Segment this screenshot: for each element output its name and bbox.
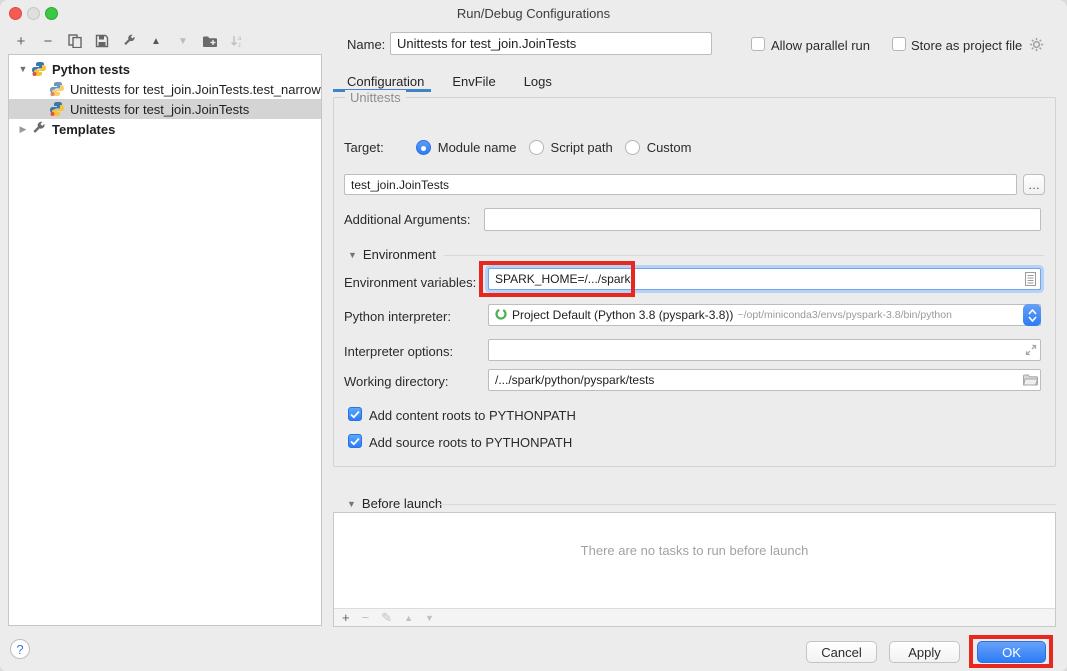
move-down-button: ▼ [174, 32, 192, 50]
svg-text:a: a [238, 36, 242, 42]
store-as-project-file-label: Store as project file [911, 38, 1022, 53]
tree-item-label: Unittests for test_join.JoinTests.test_n… [70, 82, 321, 97]
python-interpreter-value: Project Default (Python 3.8 (pyspark-3.8… [512, 308, 733, 322]
python-test-icon [49, 81, 65, 97]
folder-icon[interactable] [1023, 374, 1038, 389]
window-title: Run/Debug Configurations [0, 6, 1067, 21]
move-up-button[interactable]: ▲ [147, 32, 165, 50]
target-label: Target: [344, 140, 384, 155]
wrench-icon [31, 121, 47, 137]
additional-arguments-label: Additional Arguments: [344, 212, 470, 227]
before-launch-header[interactable]: ▼ Before launch [347, 496, 442, 511]
environment-variables-label: Environment variables: [344, 275, 476, 290]
target-custom-radio[interactable] [625, 140, 640, 155]
working-directory-input[interactable] [488, 369, 1041, 391]
add-content-roots-label: Add content roots to PYTHONPATH [369, 408, 576, 423]
environment-section-label: Environment [363, 247, 436, 262]
tree-item-unittests-jointests-selected[interactable]: Unittests for test_join.JoinTests [9, 99, 321, 119]
store-as-project-file-checkbox[interactable] [892, 37, 906, 51]
target-script-path-label: Script path [551, 140, 613, 155]
browse-target-button[interactable]: … [1023, 174, 1045, 195]
expand-field-icon[interactable] [1025, 344, 1037, 359]
python-test-icon [49, 101, 65, 117]
expand-icon[interactable]: ▶ [17, 124, 29, 135]
help-button[interactable]: ? [10, 639, 30, 659]
name-label: Name: [347, 37, 385, 52]
python-interpreter-path: ~/opt/miniconda3/envs/pyspark-3.8/bin/py… [737, 309, 952, 321]
interpreter-dropdown-stepper[interactable] [1023, 304, 1041, 326]
target-module-input[interactable] [344, 174, 1017, 195]
tree-item-label: Unittests for test_join.JoinTests [70, 102, 249, 117]
environment-variables-input[interactable] [488, 268, 1041, 290]
gear-icon[interactable] [1029, 37, 1044, 55]
before-launch-toolbar: + − ✎ ▲ ▼ [334, 608, 1055, 626]
unittests-group-title: Unittests [345, 90, 406, 105]
interpreter-options-label: Interpreter options: [344, 344, 453, 359]
section-divider [444, 255, 1044, 256]
move-task-down-button: ▼ [425, 613, 434, 623]
tree-item-label: Python tests [52, 62, 130, 77]
new-folder-icon[interactable] [201, 32, 219, 50]
before-launch-empty-text: There are no tasks to run before launch [334, 543, 1055, 558]
move-task-up-button: ▲ [404, 613, 413, 623]
unittests-groupbox: Unittests Target: Module name Script pat… [333, 97, 1056, 467]
add-content-roots-checkbox[interactable] [348, 407, 362, 421]
svg-text:z: z [238, 43, 241, 48]
collapse-icon[interactable]: ▼ [348, 250, 357, 260]
edit-templates-icon[interactable] [120, 32, 138, 50]
interpreter-options-input[interactable] [488, 339, 1041, 361]
tree-item-unittests-narrow[interactable]: Unittests for test_join.JoinTests.test_n… [9, 79, 321, 99]
cancel-button[interactable]: Cancel [806, 641, 877, 663]
browse-variables-icon[interactable] [1025, 272, 1036, 289]
additional-arguments-input[interactable] [484, 208, 1041, 231]
add-configuration-button[interactable]: + [12, 32, 30, 50]
tree-item-python-tests[interactable]: ▼ Python tests [9, 59, 321, 79]
configurations-toolbar: + − ▲ ▼ az [12, 31, 246, 51]
allow-parallel-run-label: Allow parallel run [771, 38, 870, 53]
before-launch-task-list: There are no tasks to run before launch … [333, 512, 1056, 627]
target-script-path-radio[interactable] [529, 140, 544, 155]
tree-item-label: Templates [52, 122, 115, 137]
title-bar[interactable]: Run/Debug Configurations [0, 0, 1067, 27]
collapse-icon[interactable]: ▼ [347, 499, 356, 509]
remove-configuration-button[interactable]: − [39, 32, 57, 50]
target-row: Target: Module name Script path Custom [344, 140, 691, 155]
environment-section-header[interactable]: ▼ Environment [348, 247, 436, 262]
tree-item-templates[interactable]: ▶ Templates [9, 119, 321, 139]
target-module-name-label: Module name [438, 140, 517, 155]
name-input[interactable] [390, 32, 712, 55]
run-debug-configurations-dialog: Run/Debug Configurations + − ▲ ▼ az ▼ Py [0, 0, 1067, 671]
target-custom-label: Custom [647, 140, 692, 155]
working-directory-label: Working directory: [344, 374, 449, 389]
allow-parallel-run-checkbox[interactable] [751, 37, 765, 51]
configurations-tree: ▼ Python tests Unittests for test_join.J… [8, 54, 322, 626]
python-tests-icon [31, 61, 47, 77]
python-interpreter-label: Python interpreter: [344, 309, 451, 324]
remove-task-button: − [362, 610, 370, 625]
copy-configuration-icon[interactable] [66, 32, 84, 50]
ok-button[interactable]: OK [977, 641, 1046, 663]
add-source-roots-checkbox[interactable] [348, 434, 362, 448]
collapse-icon[interactable]: ▼ [17, 64, 29, 74]
tab-envfile[interactable]: EnvFile [438, 70, 509, 92]
tab-logs[interactable]: Logs [510, 70, 566, 92]
apply-button[interactable]: Apply [889, 641, 960, 663]
sort-alphabetically-icon: az [228, 32, 246, 50]
python-interpreter-select[interactable]: Project Default (Python 3.8 (pyspark-3.8… [488, 304, 1041, 326]
edit-task-icon: ✎ [381, 610, 392, 626]
add-task-button[interactable]: + [342, 610, 350, 625]
section-divider [437, 504, 1056, 505]
conda-environment-icon [495, 308, 507, 323]
target-module-name-radio[interactable] [416, 140, 431, 155]
before-launch-label: Before launch [362, 496, 442, 511]
save-configuration-icon[interactable] [93, 32, 111, 50]
add-source-roots-label: Add source roots to PYTHONPATH [369, 435, 572, 450]
